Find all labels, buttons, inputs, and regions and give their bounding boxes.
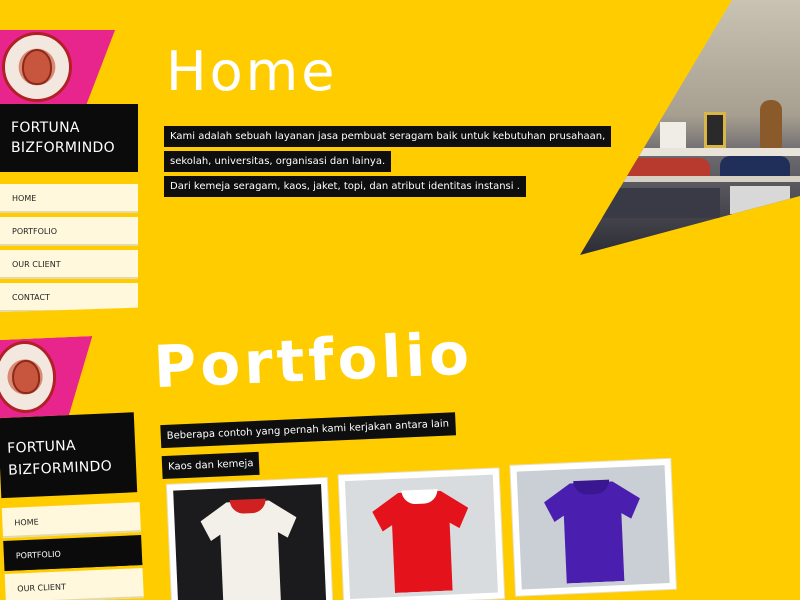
nav-item-home[interactable]: HOME: [1, 502, 141, 539]
photo-red-polo-shirt: [344, 474, 498, 599]
logo-face-icon: [11, 359, 41, 395]
photo-white-polo-shirt: [173, 484, 327, 600]
home-intro: Kami adalah sebuah layanan jasa pembuat …: [164, 126, 612, 201]
logo-face-icon: [22, 49, 52, 85]
intro-line-1: Kami adalah sebuah layanan jasa pembuat …: [164, 126, 612, 147]
nav-item-our-client[interactable]: OUR CLIENT: [4, 568, 144, 600]
shelf: [580, 148, 800, 156]
gallery-thumb-purple-shirt[interactable]: [510, 458, 676, 596]
brand-name: FORTUNA BIZFORMINDO: [0, 104, 138, 172]
caps: [720, 156, 790, 176]
nav-item-our-client[interactable]: OUR CLIENT: [0, 250, 138, 279]
brand-name: FORTUNA BIZFORMINDO: [0, 412, 138, 499]
photo-purple-shirt: [516, 465, 670, 590]
trophy-shape: [760, 100, 782, 148]
page-title-home: Home: [166, 40, 338, 103]
brand-line-2: BIZFORMINDO: [11, 140, 115, 156]
intro-line-2: sekolah, universitas, organisasi dan lai…: [164, 151, 392, 172]
brand-line-2: BIZFORMINDO: [7, 458, 113, 479]
shirt-shape: [200, 499, 300, 600]
page-title-portfolio: Portfolio: [152, 319, 475, 402]
nav-item-portfolio[interactable]: PORTFOLIO: [0, 217, 138, 246]
brand-line-1: FORTUNA: [11, 120, 80, 136]
intro-line-3: Dari kemeja seragam, kaos, jaket, topi, …: [164, 176, 526, 197]
shirt-shape: [372, 490, 472, 594]
gallery-thumb-red-polo[interactable]: [338, 468, 505, 600]
shelf: [580, 176, 800, 182]
hero-photo-trophy-shelf: [580, 0, 800, 255]
home-section: FORTUNA BIZFORMINDO HOME PORTFOLIO OUR C…: [0, 0, 800, 330]
nav-item-home[interactable]: HOME: [0, 184, 138, 213]
trophy-shape: [704, 112, 726, 148]
portfolio-line-1: Beberapa contoh yang pernah kami kerjaka…: [160, 412, 456, 449]
trophy-shape: [660, 122, 686, 148]
shirt-shape: [543, 480, 643, 584]
nav-item-contact[interactable]: CONTACT: [0, 283, 138, 312]
nav-item-portfolio[interactable]: PORTFOLIO: [3, 535, 143, 572]
gallery-thumb-white-polo[interactable]: [166, 477, 333, 600]
sidebar-nav: HOME PORTFOLIO OUR CLIENT CONTACT: [0, 184, 138, 316]
sidebar-nav: HOME PORTFOLIO OUR CLIENT: [1, 502, 144, 600]
portfolio-line-2: Kaos dan kemeja: [161, 451, 260, 480]
caps: [620, 158, 710, 176]
caps: [600, 188, 720, 218]
caps: [730, 186, 790, 214]
logo-seal-icon[interactable]: [2, 32, 72, 102]
portfolio-section: FORTUNA BIZFORMINDO HOME PORTFOLIO OUR C…: [0, 295, 800, 600]
